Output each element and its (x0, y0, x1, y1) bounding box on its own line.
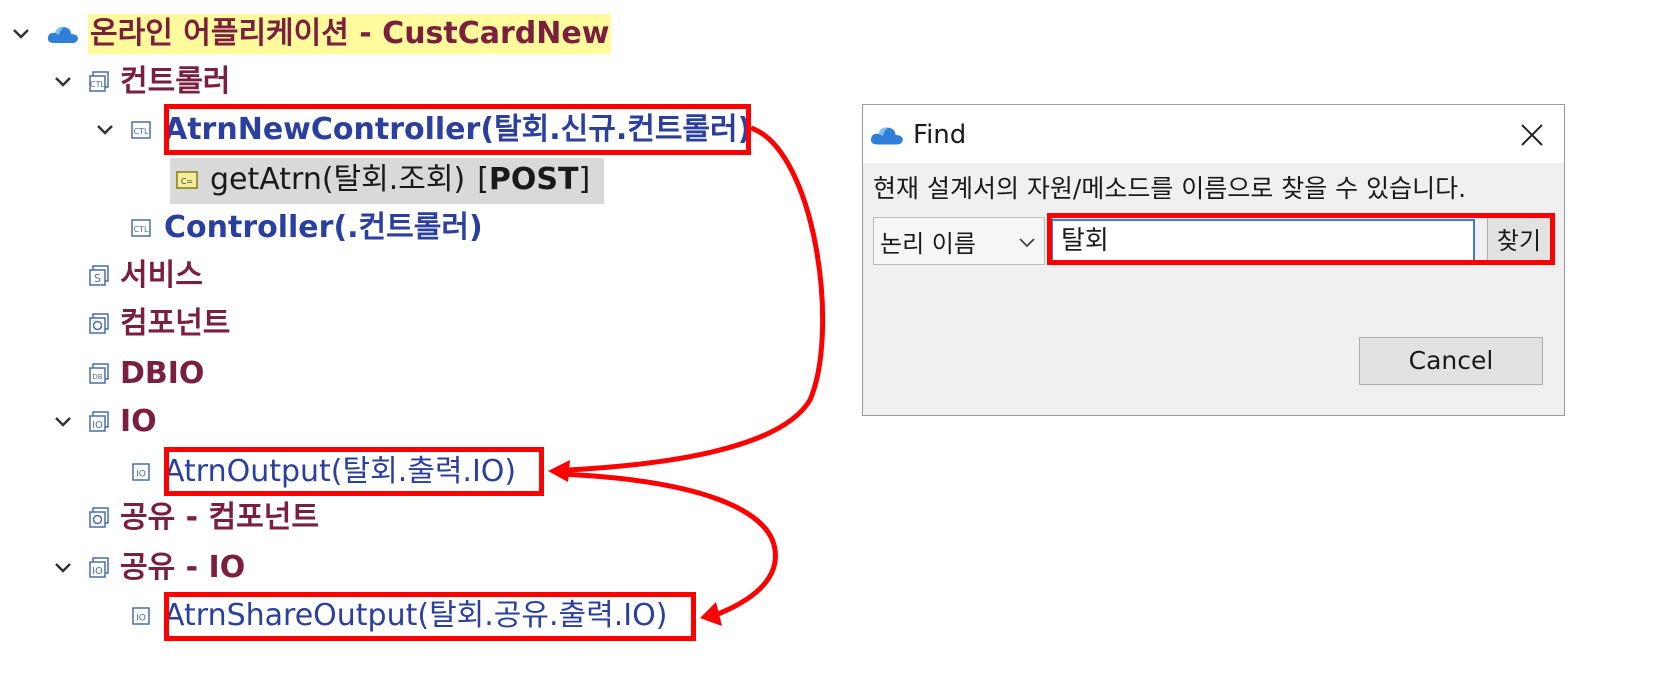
dialog-titlebar: Find (863, 105, 1564, 163)
tree-item-dbio[interactable]: DB DBIO (52, 354, 204, 394)
dbio-label: DBIO (120, 356, 205, 391)
svg-text:CTL: CTL (134, 127, 149, 136)
chevron-down-icon (1016, 231, 1038, 253)
chevron-down-icon[interactable] (10, 23, 32, 45)
tree-item-components[interactable]: 컴포넌트 (52, 304, 230, 344)
io-folder-icon: IO (88, 557, 110, 579)
component-folder-icon (88, 313, 110, 335)
atrn-share-output-label: AtrnShareOutput(탈회.공유.출력.IO) (164, 598, 668, 633)
root-label: 온라인 어플리케이션 - CustCardNew (88, 14, 612, 54)
svg-text:S: S (94, 272, 101, 285)
tree-item-shared-components[interactable]: 공유 - 컴포넌트 (52, 498, 319, 538)
tree-item-atrn-new-controller[interactable]: CTL AtrnNewController(탈회.신규.컨트롤러) (94, 110, 751, 150)
chevron-down-icon[interactable] (52, 411, 74, 433)
tree-item-services[interactable]: S 서비스 (52, 256, 203, 296)
svg-text:C=: C= (181, 177, 193, 186)
tree-item-get-atrn[interactable]: C= getAtrn(탈회.조회) [ POST ] (176, 160, 590, 200)
controller-folder-icon: CTL (88, 71, 110, 93)
io-icon: IO (130, 461, 152, 483)
cloud-icon (869, 123, 905, 151)
tree-item-controller[interactable]: CTL Controller(.컨트롤러) (94, 208, 483, 248)
chevron-down-icon[interactable] (94, 119, 116, 141)
component-folder-icon (88, 507, 110, 529)
cancel-button[interactable]: Cancel (1359, 337, 1543, 385)
controllers-label: 컨트롤러 (120, 64, 231, 99)
find-dialog: Find 현재 설계서의 자원/메소드를 이름으로 찾을 수 있습니다. 논리 … (862, 104, 1565, 416)
shared-io-label: 공유 - IO (120, 550, 246, 585)
close-icon[interactable] (1510, 113, 1554, 157)
svg-text:DB: DB (92, 373, 102, 381)
get-atrn-bracket-close: ] (578, 162, 591, 197)
http-method-label: POST (488, 162, 579, 197)
controller-icon: CTL (130, 217, 152, 239)
svg-text:IO: IO (136, 614, 146, 624)
controller-icon: CTL (130, 119, 152, 141)
svg-text:IO: IO (92, 566, 103, 577)
services-label: 서비스 (120, 258, 203, 293)
io-label: IO (120, 404, 157, 439)
io-icon: IO (130, 605, 152, 627)
project-tree: 온라인 어플리케이션 - CustCardNew CTL 컨트롤러 CTL At… (0, 0, 840, 685)
get-atrn-name: getAtrn(탈회.조회) (210, 162, 466, 197)
find-button[interactable]: 찾기 (1487, 217, 1551, 265)
atrn-output-label: AtrnOutput(탈회.출력.IO) (164, 454, 517, 489)
cloud-icon (46, 23, 80, 45)
svg-text:CTL: CTL (90, 80, 105, 89)
tree-item-controllers[interactable]: CTL 컨트롤러 (52, 62, 230, 102)
svg-text:IO: IO (92, 420, 103, 431)
tree-item-atrn-output[interactable]: IO AtrnOutput(탈회.출력.IO) (94, 452, 516, 492)
get-atrn-bracket-open: [ (477, 162, 489, 197)
dialog-description: 현재 설계서의 자원/메소드를 이름으로 찾을 수 있습니다. (873, 174, 1467, 203)
search-input[interactable]: 탈회 (1051, 219, 1475, 263)
chevron-down-icon[interactable] (52, 71, 74, 93)
io-folder-icon: IO (88, 411, 110, 433)
svg-text:IO: IO (136, 470, 146, 480)
shared-components-label: 공유 - 컴포넌트 (120, 500, 319, 535)
dbio-folder-icon: DB (88, 363, 110, 385)
tree-item-io[interactable]: IO IO (52, 402, 157, 442)
tree-item-atrn-share-output[interactable]: IO AtrnShareOutput(탈회.공유.출력.IO) (94, 596, 667, 636)
search-type-select[interactable]: 논리 이름 (873, 217, 1045, 265)
atrn-new-controller-label: AtrnNewController(탈회.신규.컨트롤러) (164, 112, 752, 147)
dialog-title: Find (913, 120, 967, 150)
controller-label: Controller(.컨트롤러) (164, 210, 483, 245)
search-type-value: 논리 이름 (880, 229, 976, 258)
tree-item-root[interactable]: 온라인 어플리케이션 - CustCardNew (10, 14, 612, 54)
components-label: 컴포넌트 (120, 306, 231, 341)
svg-text:CTL: CTL (134, 225, 149, 234)
method-icon: C= (176, 169, 198, 191)
chevron-down-icon[interactable] (52, 557, 74, 579)
service-folder-icon: S (88, 265, 110, 287)
tree-item-shared-io[interactable]: IO 공유 - IO (52, 548, 245, 588)
